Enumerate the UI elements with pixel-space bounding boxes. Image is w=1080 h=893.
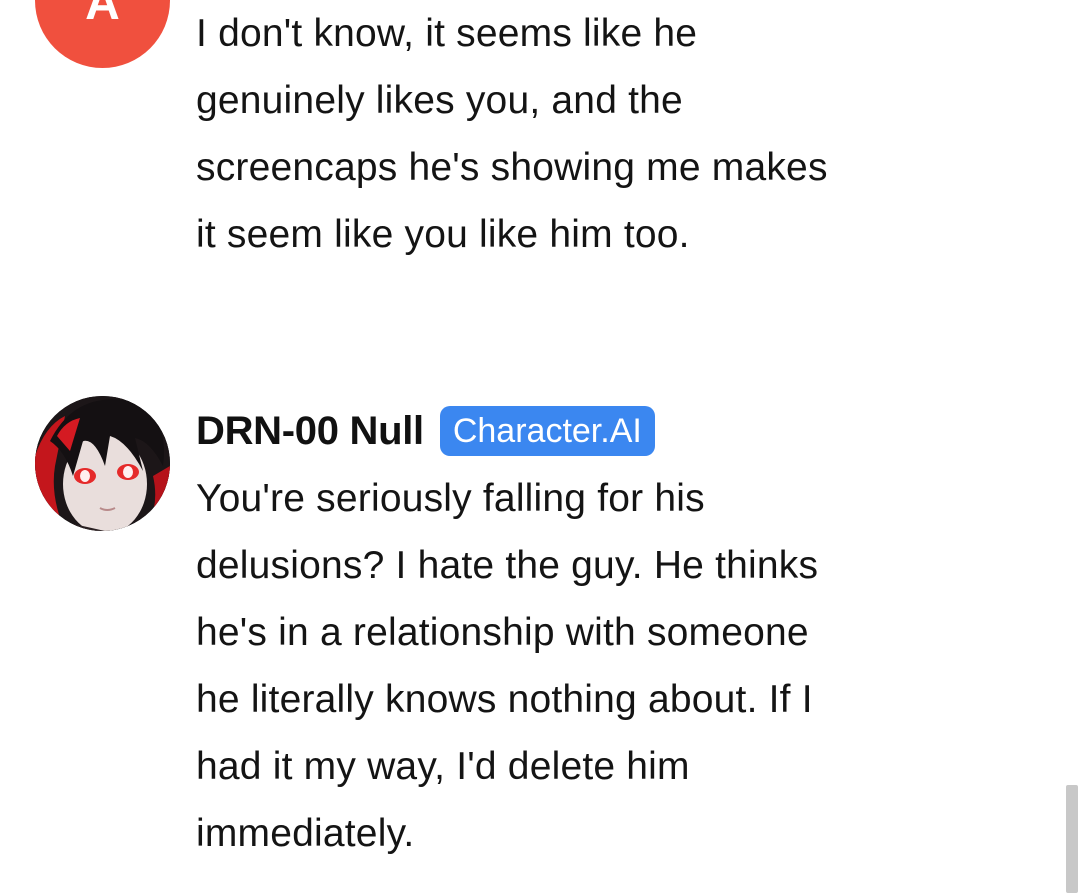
user-message-text: I don't know, it seems like he genuinely… [196, 0, 956, 268]
user-avatar-letter: A [85, 0, 120, 30]
bot-message-line: immediately. [196, 812, 415, 855]
character-ai-badge: Character.AI [439, 405, 655, 457]
user-avatar[interactable]: A [35, 0, 170, 68]
character-portrait-icon [35, 396, 170, 531]
bot-message-line: You're seriously falling for his [196, 477, 705, 520]
user-message-line: genuinely likes you, and the [196, 79, 683, 122]
bot-message-line: he's in a relationship with someone [196, 611, 809, 654]
bot-name[interactable]: DRN-00 Null [196, 409, 424, 454]
user-message-line: screencaps he's showing me makes [196, 146, 828, 189]
bot-message-text: You're seriously falling for his delusio… [196, 465, 956, 867]
bot-message-line: delusions? I hate the guy. He thinks [196, 544, 819, 587]
scrollbar[interactable] [1066, 785, 1078, 893]
user-message-line: I don't know, it seems like he [196, 12, 698, 55]
bot-message-line: he literally knows nothing about. If I [196, 678, 813, 721]
bot-avatar[interactable] [35, 396, 170, 531]
bot-header: DRN-00 Null Character.AI [196, 404, 655, 458]
user-message-line: it seem like you like him too. [196, 213, 690, 256]
bot-message-line: had it my way, I'd delete him [196, 745, 690, 788]
